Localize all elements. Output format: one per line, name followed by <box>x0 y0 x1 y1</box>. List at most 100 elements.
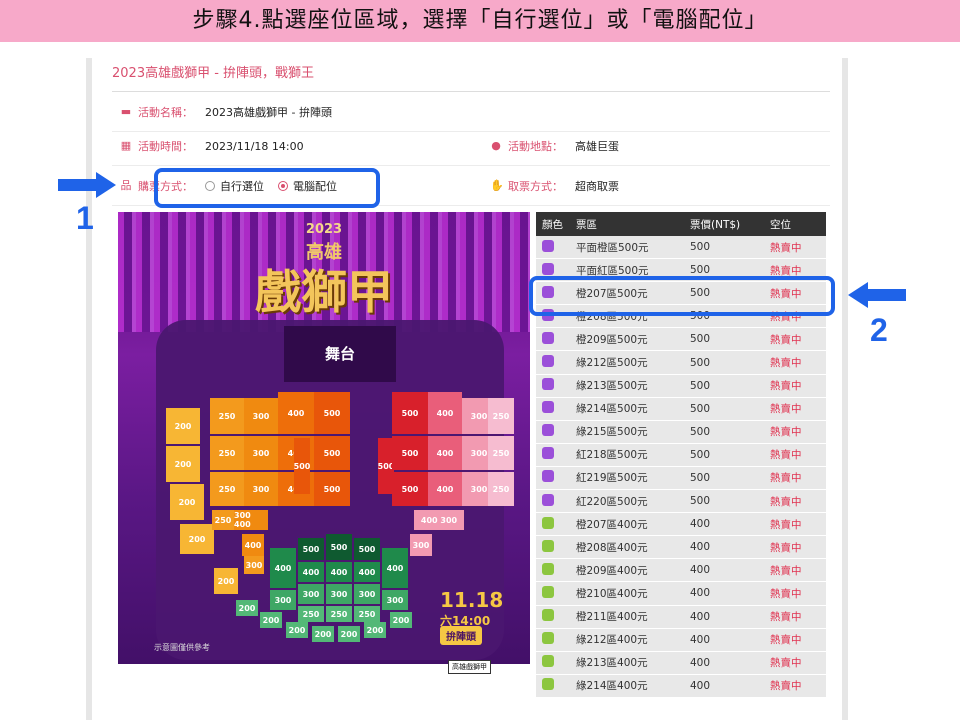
seat-block-o207-500[interactable]: 500 <box>314 392 350 434</box>
seat-block-g213-250[interactable]: 250 <box>298 606 324 622</box>
table-row[interactable]: 紅220區500元 500 熱賣中 <box>536 490 826 514</box>
seat-block-o210-250[interactable]: 250 <box>212 510 234 530</box>
table-row[interactable]: 橙210區400元 400 熱賣中 <box>536 582 826 606</box>
seat-block-r221[interactable]: 400 300 <box>414 510 464 530</box>
seat-block-r220-250[interactable]: 250 <box>488 472 514 506</box>
seat-block-r218-500[interactable]: 500 <box>392 392 428 434</box>
color-cell <box>536 493 576 509</box>
table-row[interactable]: 綠213區400元 400 熱賣中 <box>536 651 826 675</box>
seat-block-g200-1[interactable]: 200 <box>236 600 258 616</box>
seat-block-g212-400[interactable]: 400 <box>270 548 296 588</box>
color-chip <box>542 655 554 668</box>
status-cell: 熱賣中 <box>770 587 802 600</box>
table-row[interactable]: 橙211區400元 400 熱賣中 <box>536 605 826 629</box>
area-cell: 綠213區400元 <box>576 657 648 670</box>
seat-block-g200-5[interactable]: 200 <box>338 626 360 642</box>
seat-block-g212-300[interactable]: 300 <box>270 590 296 610</box>
seat-block-o512[interactable]: 200 <box>214 568 238 594</box>
table-row[interactable]: 綠213區500元 500 熱賣中 <box>536 374 826 398</box>
seat-block-o209-250[interactable]: 250 <box>210 472 244 506</box>
color-cell <box>536 539 576 555</box>
poster-title: 戲獅甲 <box>255 265 393 319</box>
seat-block-r219-500[interactable]: 500 <box>392 436 428 470</box>
color-chip <box>542 331 554 344</box>
event-time-value: 2023/11/18 14:00 <box>205 139 304 153</box>
table-row[interactable]: 綠212區400元 400 熱賣中 <box>536 628 826 652</box>
table-row[interactable]: 綠214區500元 500 熱賣中 <box>536 397 826 421</box>
seat-block-o511[interactable]: 200 <box>180 524 214 554</box>
seat-block-r219-400[interactable]: 400 <box>428 436 462 470</box>
seat-block-o208-300[interactable]: 300 <box>244 436 278 470</box>
seat-block-r219-250[interactable]: 250 <box>488 436 514 470</box>
table-row[interactable]: 紅218區500元 500 熱賣中 <box>536 443 826 467</box>
seat-block-r220-500[interactable]: 500 <box>392 472 428 506</box>
event-name-value: 2023高雄戲獅甲 - 拚陣頭 <box>205 105 332 119</box>
seat-block-g200-4[interactable]: 200 <box>312 626 334 642</box>
seat-block-g200-6[interactable]: 200 <box>364 622 386 638</box>
seat-block-o207-400[interactable]: 400 <box>278 392 314 434</box>
seat-block-o207-250[interactable]: 250 <box>210 398 244 434</box>
seat-block-g200-7[interactable]: 200 <box>390 612 412 628</box>
table-row[interactable]: 平面橙區500元 500 熱賣中 <box>536 236 826 260</box>
seat-block-g200-3[interactable]: 200 <box>286 622 308 638</box>
area-cell: 橙210區400元 <box>576 587 648 600</box>
price-cell: 400 <box>690 587 711 600</box>
status-cell: 熱賣中 <box>770 357 802 370</box>
seat-block-g216-400[interactable]: 400 <box>382 548 408 588</box>
table-row[interactable]: 綠214區400元 400 熱賣中 <box>536 674 826 698</box>
event-place-label: 活動地點： <box>508 140 563 153</box>
seat-block-g214-400[interactable]: 400 <box>326 562 352 582</box>
seat-block-o210-300[interactable]: 300 400 <box>234 510 268 530</box>
seat-block-g215-400[interactable]: 400 <box>354 562 380 582</box>
seat-block-g213-400[interactable]: 400 <box>298 562 324 582</box>
status-cell: 熱賣中 <box>770 449 802 462</box>
seat-block-floor-orange[interactable]: 500 <box>294 438 310 494</box>
table-row[interactable]: 綠215區500元 500 熱賣中 <box>536 420 826 444</box>
color-chip <box>542 262 554 275</box>
event-name-label-wrap: ▬ 活動名稱： <box>120 104 193 120</box>
seat-block-o207-300[interactable]: 300 <box>244 398 278 434</box>
seat-block-o510[interactable]: 200 <box>170 484 204 520</box>
table-row[interactable]: 橙207區400元 400 熱賣中 <box>536 513 826 537</box>
seat-block-g214-250[interactable]: 250 <box>326 606 352 622</box>
seat-block-g215-250[interactable]: 250 <box>354 606 380 622</box>
table-row[interactable]: 紅219區500元 500 熱賣中 <box>536 466 826 491</box>
seat-block-r218-400[interactable]: 400 <box>428 392 462 434</box>
seat-block-r220-400[interactable]: 400 <box>428 472 462 506</box>
table-row[interactable]: 橙209區400元 400 熱賣中 <box>536 559 826 583</box>
color-cell <box>536 447 576 462</box>
price-cell: 500 <box>690 425 711 438</box>
seat-block-g215-500[interactable]: 500 <box>354 538 380 560</box>
seat-block-g214-300[interactable]: 300 <box>326 584 352 604</box>
step-number-1: 1 <box>76 200 94 236</box>
seat-block-g213-300[interactable]: 300 <box>298 584 324 604</box>
price-cell: 400 <box>690 679 711 692</box>
seat-block-r218-250[interactable]: 250 <box>488 398 514 434</box>
price-cell: 400 <box>690 564 711 577</box>
seat-block-o208-250[interactable]: 250 <box>210 436 244 470</box>
table-row[interactable]: 綠212區500元 500 熱賣中 <box>536 351 826 375</box>
seat-block-g213-500[interactable]: 500 <box>298 538 324 560</box>
seat-block-r222[interactable]: 300 <box>410 534 432 556</box>
seat-block-g216-300[interactable]: 300 <box>382 590 408 610</box>
status-cell: 熱賣中 <box>770 333 802 346</box>
seat-block-g214-500[interactable]: 500 <box>326 534 352 560</box>
seat-block-g215-300[interactable]: 300 <box>354 584 380 604</box>
status-cell: 熱賣中 <box>770 541 802 554</box>
table-row[interactable]: 橙209區500元 500 熱賣中 <box>536 328 826 352</box>
seat-block-o211-300[interactable]: 300 <box>244 556 264 574</box>
seat-block-o208-500[interactable]: 500 <box>314 436 350 470</box>
table-row[interactable]: 橙208區400元 400 熱賣中 <box>536 536 826 560</box>
seat-map-poster[interactable]: 2023 高雄 戲獅甲 舞台 200 200 200 200 250 300 4… <box>118 212 530 688</box>
seat-block-o509[interactable]: 200 <box>166 446 200 482</box>
price-cell: 500 <box>690 495 711 508</box>
seat-block-g200-2[interactable]: 200 <box>260 612 282 628</box>
seat-block-o209-300[interactable]: 300 <box>244 472 278 506</box>
seat-block-o209-500[interactable]: 500 <box>314 472 350 506</box>
calendar-icon: ▦ <box>120 139 132 152</box>
seat-block-o211-400[interactable]: 400 <box>242 534 264 556</box>
pickup-label-wrap: ✋ 取票方式： <box>490 178 563 194</box>
seat-block-o508[interactable]: 200 <box>166 408 200 444</box>
area-cell: 綠213區500元 <box>576 380 648 393</box>
area-cell: 綠212區500元 <box>576 357 648 370</box>
